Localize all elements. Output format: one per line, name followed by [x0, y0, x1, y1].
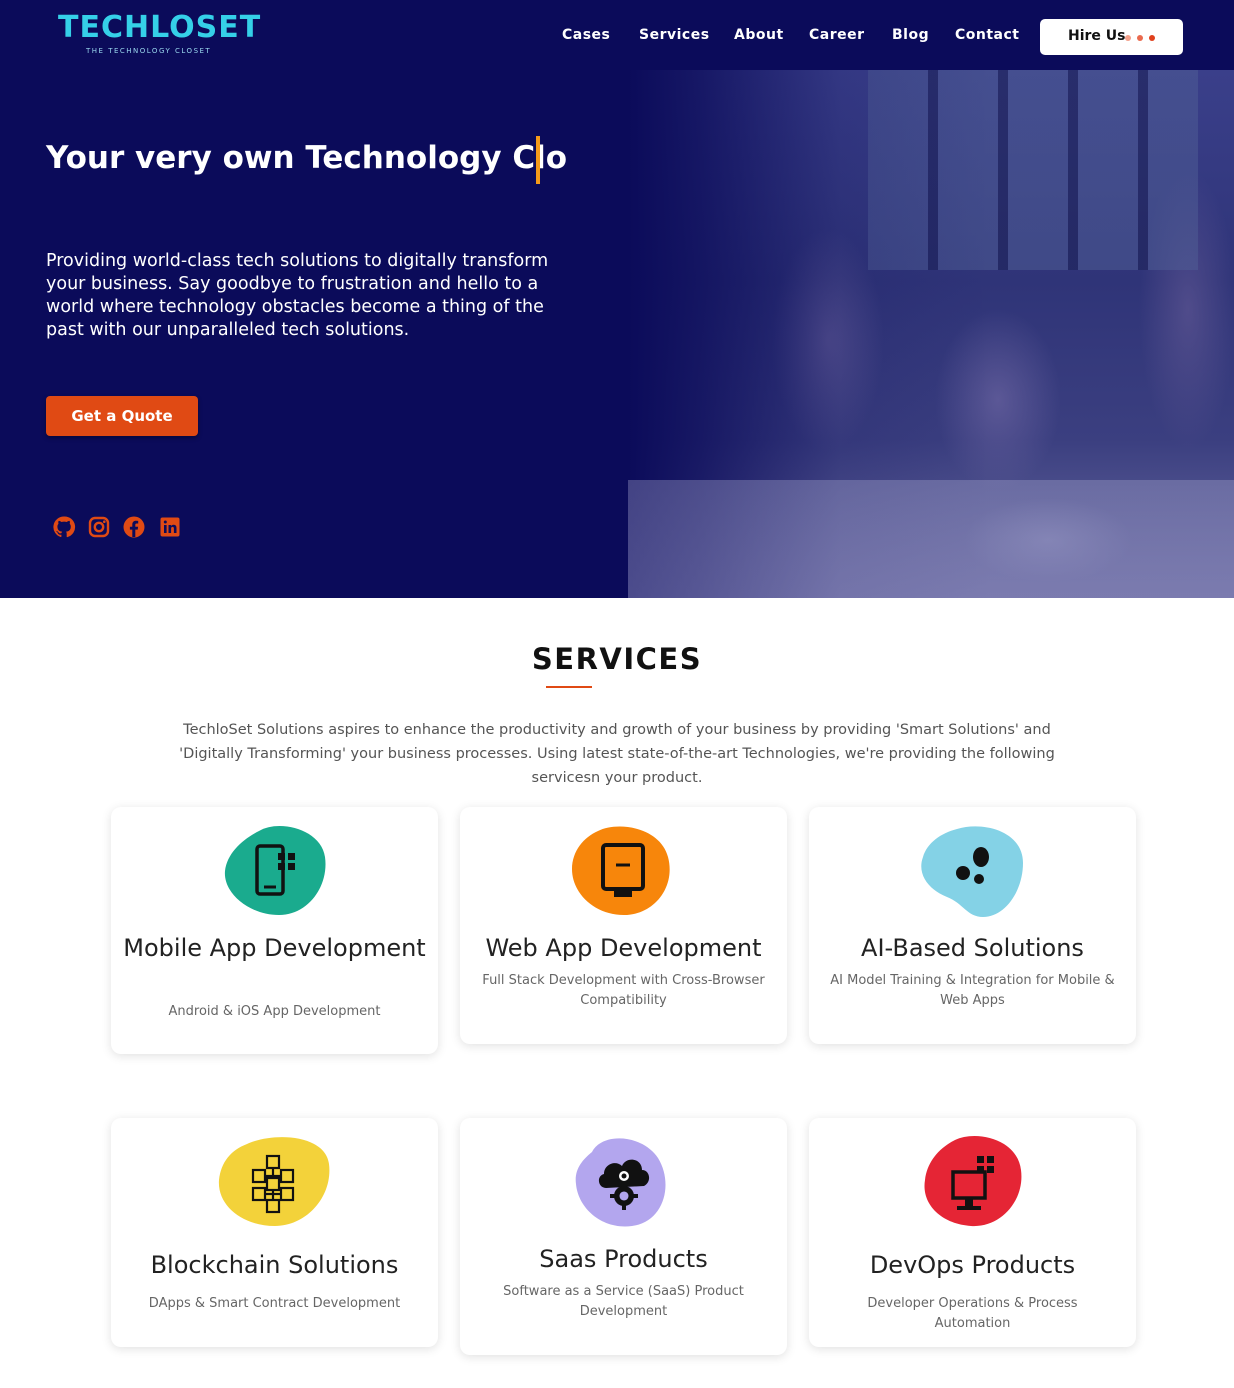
service-title: Saas Products — [539, 1245, 708, 1273]
service-title: Web App Development — [485, 934, 762, 962]
github-icon[interactable] — [52, 515, 76, 539]
service-card-ai[interactable]: AI-Based Solutions AI Model Training & I… — [809, 807, 1136, 1044]
get-quote-button[interactable]: Get a Quote — [46, 396, 198, 436]
service-title: Mobile App Development — [123, 934, 426, 962]
hero-description: Providing world-class tech solutions to … — [46, 251, 549, 340]
service-title: AI-Based Solutions — [861, 934, 1084, 962]
services-heading-underline — [546, 686, 592, 688]
monitor-icon — [572, 826, 670, 915]
facebook-icon[interactable] — [122, 515, 146, 539]
hero-title: Your very own Technology Clo — [46, 140, 568, 176]
service-subtitle: Full Stack Development with Cross-Browse… — [482, 973, 765, 1008]
blockchain-icon — [218, 1137, 330, 1226]
site-logo[interactable]: TECHLOSET THE TECHNOLOGY CLOSET — [58, 10, 260, 58]
hero-photo-desk — [628, 480, 1234, 598]
service-card-saas[interactable]: Saas Products Software as a Service (Saa… — [460, 1118, 787, 1355]
nav-item-career[interactable]: Career — [809, 27, 865, 43]
linkedin-icon[interactable] — [158, 515, 182, 539]
services-heading: SERVICES — [531, 642, 703, 676]
nav-item-cases[interactable]: Cases — [562, 27, 610, 43]
service-subtitle: AI Model Training & Integration for Mobi… — [830, 973, 1115, 1008]
devops-monitor-icon — [924, 1135, 1022, 1227]
service-subtitle: Software as a Service (SaaS) Product Dev… — [503, 1284, 744, 1319]
hire-dot-2 — [1137, 35, 1143, 41]
logo-tagline: THE TECHNOLOGY CLOSET — [86, 47, 212, 55]
hire-us-button[interactable]: Hire Us — [1040, 19, 1183, 55]
mobile-app-icon — [224, 826, 326, 915]
hire-dot-1 — [1125, 35, 1131, 41]
service-card-blockchain[interactable]: Blockchain Solutions DApps & Smart Contr… — [111, 1118, 438, 1347]
logo-wordmark: TECHLOSET — [58, 10, 262, 45]
cloud-gear-icon — [575, 1138, 666, 1227]
service-title: DevOps Products — [869, 1251, 1076, 1279]
hire-dot-3 — [1149, 35, 1155, 41]
service-subtitle: Android & iOS App Development — [168, 1004, 381, 1019]
hero-section: TECHLOSET THE TECHNOLOGY CLOSET Cases Se… — [0, 0, 1234, 598]
service-card-mobile-app[interactable]: Mobile App Development Android & iOS App… — [111, 807, 438, 1054]
services-description: TechloSet Solutions aspires to enhance t… — [179, 722, 1055, 786]
instagram-icon[interactable] — [87, 515, 111, 539]
service-card-web-app[interactable]: Web App Development Full Stack Developme… — [460, 807, 787, 1044]
nav-item-services[interactable]: Services — [639, 27, 710, 43]
hire-us-label: Hire Us — [1068, 28, 1126, 44]
nav-item-about[interactable]: About — [734, 27, 784, 43]
service-subtitle: Developer Operations & Process Automatio… — [867, 1296, 1078, 1331]
typing-caret — [536, 136, 540, 184]
service-card-devops[interactable]: DevOps Products Developer Operations & P… — [809, 1118, 1136, 1347]
ai-dots-icon — [921, 826, 1023, 917]
nav-item-blog[interactable]: Blog — [892, 27, 929, 43]
service-title: Blockchain Solutions — [150, 1251, 399, 1279]
nav-item-contact[interactable]: Contact — [955, 27, 1020, 43]
service-subtitle: DApps & Smart Contract Development — [148, 1296, 401, 1311]
